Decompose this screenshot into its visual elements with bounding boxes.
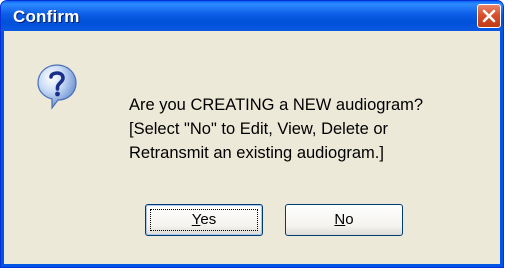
message-line: [Select "No" to Edit, View, Delete or — [129, 120, 389, 138]
message-line: Retransmit an existing audiogram.] — [129, 144, 384, 162]
yes-button-label: Yes — [191, 211, 217, 228]
dialog-body: Are you CREATING a NEW audiogram? [Selec… — [4, 31, 500, 264]
window-title: Confirm — [13, 7, 80, 26]
message-line: Are you CREATING a NEW audiogram? — [129, 96, 424, 114]
no-button[interactable]: No — [285, 204, 403, 236]
question-icon — [37, 64, 77, 110]
no-button-label: No — [334, 211, 354, 228]
close-icon — [482, 9, 496, 23]
dialog-message: Are you CREATING a NEW audiogram? [Selec… — [129, 93, 423, 165]
title-bar[interactable]: Confirm — [1, 1, 503, 31]
close-button[interactable] — [477, 4, 501, 28]
yes-button[interactable]: Yes — [145, 204, 263, 236]
confirm-dialog-window: Confirm Are you CREATING a NEW audiogram… — [0, 0, 504, 268]
